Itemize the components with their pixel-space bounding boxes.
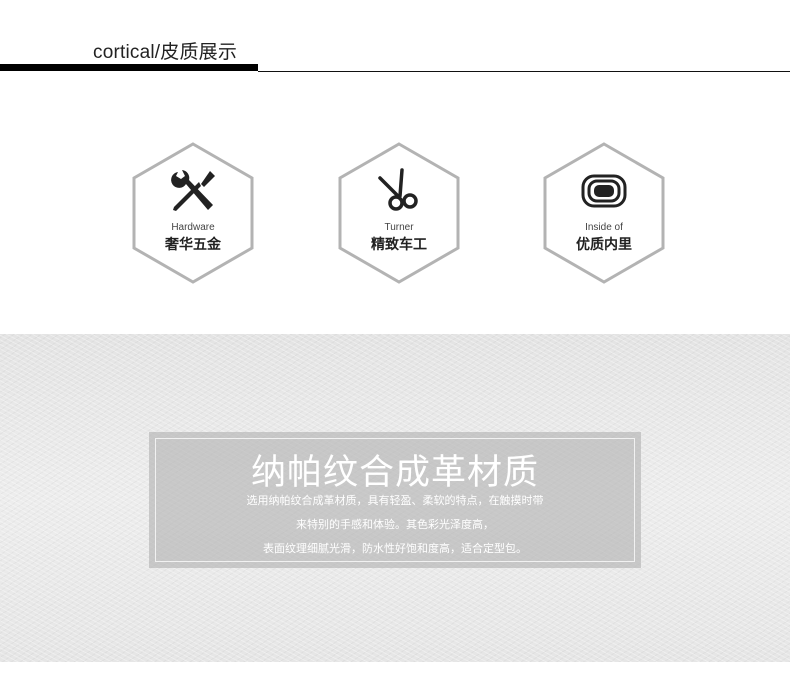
feature-en-label: Inside of (585, 222, 623, 233)
material-description-line: 来特别的手感和体验。其色彩光泽度高， (296, 519, 494, 531)
material-description-line: 选用纳帕纹合成革材质，具有轻盈、柔软的特点，在触摸时带 (246, 495, 544, 507)
feature-zh-label: 精致车工 (371, 236, 427, 252)
title-underline-thick (0, 64, 258, 71)
feature-lining: Inside of 优质内里 (541, 140, 667, 286)
material-title: 纳帕纹合成革材质 (250, 453, 539, 492)
wrench-screwdriver-icon (171, 170, 215, 211)
material-description-box: 纳帕纹合成革材质 选用纳帕纹合成革材质，具有轻盈、柔软的特点，在触摸时带 来特别… (149, 432, 641, 568)
page-title: cortical/皮质展示 (93, 42, 238, 63)
leather-texture-section: 纳帕纹合成革材质 选用纳帕纹合成革材质，具有轻盈、柔软的特点，在触摸时带 来特别… (0, 334, 790, 662)
feature-list: Hardware 奢华五金 Turner 精致车工 Inside of 优质内里 (0, 140, 790, 290)
feature-turner: Turner 精致车工 (336, 140, 462, 286)
feature-en-label: Hardware (171, 222, 215, 233)
feature-hardware: Hardware 奢华五金 (130, 140, 256, 286)
scissors-icon (378, 168, 418, 211)
material-description-line: 表面纹理细腻光滑，防水性好饱和度高，适合定型包。 (263, 543, 527, 555)
bottom-spacer (0, 662, 790, 699)
feature-zh-label: 优质内里 (576, 236, 632, 252)
page-header: cortical/皮质展示 (0, 0, 790, 75)
lining-icon (581, 174, 627, 208)
feature-zh-label: 奢华五金 (165, 236, 221, 252)
feature-en-label: Turner (384, 222, 414, 233)
title-underline-thin (258, 71, 790, 72)
